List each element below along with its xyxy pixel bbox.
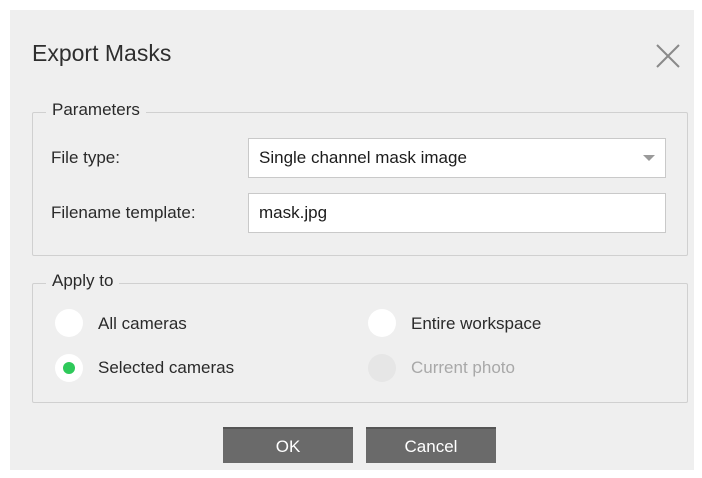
parameters-group <box>32 112 688 256</box>
radio-selected-indicator <box>63 362 75 374</box>
filename-template-input[interactable]: mask.jpg <box>248 193 666 233</box>
apply-to-legend: Apply to <box>46 271 120 291</box>
cancel-button[interactable]: Cancel <box>366 427 496 463</box>
file-type-select[interactable]: Single channel mask image <box>248 138 666 178</box>
close-icon[interactable] <box>656 44 680 68</box>
radio-current-photo-label: Current photo <box>411 358 515 377</box>
radio-current-photo <box>368 354 396 382</box>
filename-template-value: mask.jpg <box>259 203 328 222</box>
chevron-down-icon <box>643 155 655 161</box>
filename-template-label: Filename template: <box>51 203 196 222</box>
radio-all-cameras-label[interactable]: All cameras <box>98 314 187 334</box>
file-type-label: File type: <box>51 148 120 167</box>
radio-selected-cameras-label[interactable]: Selected cameras <box>98 358 234 378</box>
file-type-value: Single channel mask image <box>259 148 467 167</box>
parameters-legend: Parameters <box>46 100 146 120</box>
radio-entire-workspace[interactable] <box>368 309 396 337</box>
dialog-title: Export Masks <box>32 40 172 66</box>
apply-to-group <box>32 283 688 403</box>
radio-selected-cameras[interactable] <box>55 354 83 382</box>
export-masks-dialog: Export Masks Parameters File type: Singl… <box>10 10 694 470</box>
ok-button[interactable]: OK <box>223 427 353 463</box>
radio-entire-workspace-label[interactable]: Entire workspace <box>411 314 541 334</box>
radio-all-cameras[interactable] <box>55 309 83 337</box>
